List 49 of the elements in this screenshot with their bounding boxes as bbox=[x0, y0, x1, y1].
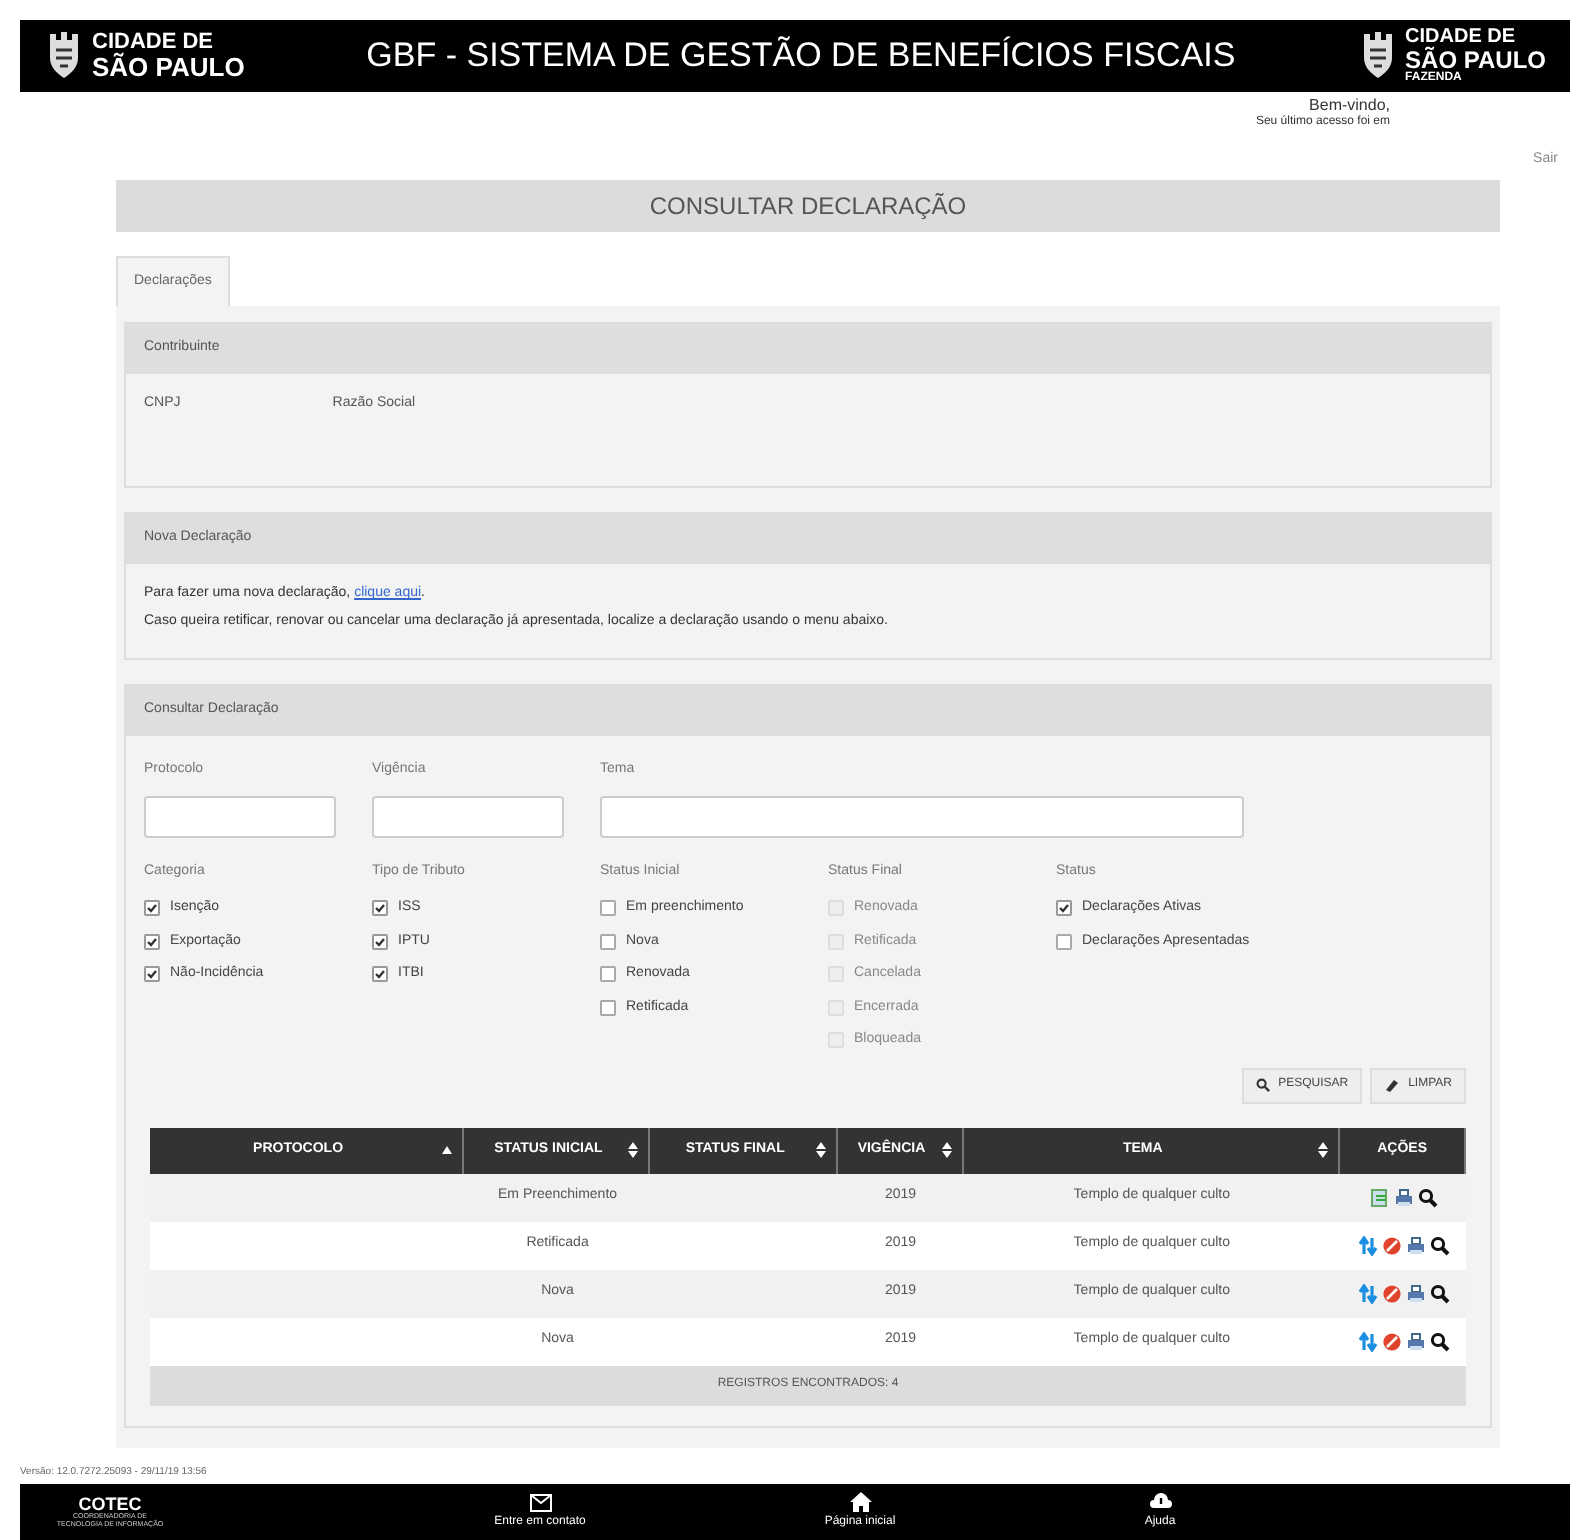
logo-text: CIDADE DE bbox=[1405, 28, 1518, 48]
cotec-logo-text: COTEC bbox=[78, 1496, 142, 1514]
checkbox[interactable] bbox=[372, 933, 388, 950]
sort-icon bbox=[1318, 1142, 1329, 1158]
checkbox[interactable] bbox=[372, 966, 388, 983]
arrows-icon[interactable] bbox=[1357, 1283, 1378, 1303]
arrows-icon[interactable] bbox=[1357, 1235, 1378, 1255]
checkbox[interactable] bbox=[600, 900, 616, 917]
checkbox[interactable] bbox=[600, 933, 616, 950]
checkbox[interactable] bbox=[600, 999, 616, 1016]
app-title: GBF - SISTEMA DE GESTÃO DE BENEFÍCIOS FISCAIS bbox=[366, 34, 1236, 79]
cancel-icon[interactable] bbox=[1381, 1331, 1402, 1351]
sort-icon bbox=[815, 1142, 826, 1158]
checkbox[interactable] bbox=[1056, 933, 1072, 950]
search-icon[interactable] bbox=[1417, 1187, 1438, 1207]
checkbox[interactable] bbox=[144, 966, 160, 983]
document-icon[interactable] bbox=[1369, 1187, 1390, 1207]
checkbox[interactable] bbox=[372, 900, 388, 917]
sort-ascending-icon bbox=[442, 1146, 453, 1154]
search-icon[interactable] bbox=[1429, 1283, 1450, 1303]
cancel-icon[interactable] bbox=[1381, 1283, 1402, 1303]
search-icon[interactable] bbox=[1429, 1331, 1450, 1351]
logo-text: SÃO PAULO bbox=[92, 54, 245, 80]
eraser-icon bbox=[1384, 1078, 1401, 1092]
logo-text: CIDADE DE bbox=[92, 32, 216, 54]
mail-icon bbox=[529, 1493, 551, 1511]
search-icon[interactable] bbox=[1429, 1235, 1450, 1255]
search-icon bbox=[1256, 1078, 1271, 1092]
home-icon bbox=[849, 1492, 871, 1512]
sort-icon bbox=[941, 1142, 952, 1158]
printer-icon[interactable] bbox=[1405, 1331, 1426, 1351]
crest-icon bbox=[44, 32, 84, 80]
welcome-text: Bem-vindo, bbox=[1309, 96, 1390, 115]
checkbox[interactable] bbox=[600, 966, 616, 983]
page-title-bar: CONSULTAR DECLARAÇÃO bbox=[116, 180, 1500, 232]
sort-icon bbox=[628, 1142, 639, 1158]
printer-icon[interactable] bbox=[1393, 1187, 1414, 1207]
checkbox[interactable] bbox=[144, 900, 160, 917]
checkbox[interactable] bbox=[1056, 900, 1072, 917]
printer-icon[interactable] bbox=[1405, 1283, 1426, 1303]
arrows-icon[interactable] bbox=[1357, 1331, 1378, 1351]
help-cloud-icon bbox=[1149, 1492, 1171, 1512]
cancel-icon[interactable] bbox=[1381, 1235, 1402, 1255]
input-field[interactable] bbox=[600, 795, 1244, 837]
input-field[interactable] bbox=[372, 795, 564, 837]
input-field[interactable] bbox=[144, 795, 336, 837]
checkbox[interactable] bbox=[144, 933, 160, 950]
logo-text: SÃO PAULO bbox=[1405, 48, 1546, 72]
printer-icon[interactable] bbox=[1405, 1235, 1426, 1255]
